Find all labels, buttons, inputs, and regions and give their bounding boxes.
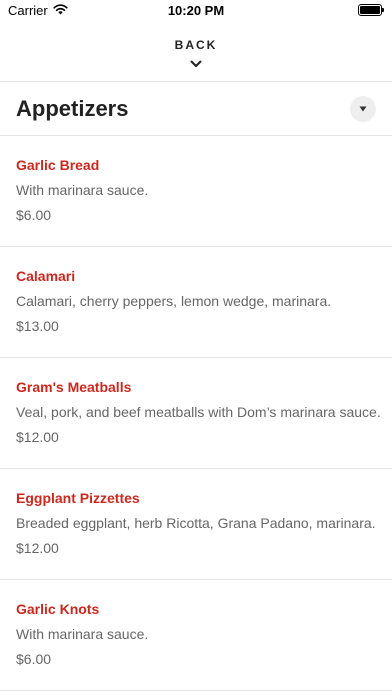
status-time: 10:20 PM bbox=[167, 3, 225, 18]
menu-item[interactable]: Garlic Bread With marinara sauce. $6.00 bbox=[0, 136, 392, 247]
back-button[interactable]: BACK bbox=[0, 22, 392, 82]
menu-list: Garlic Bread With marinara sauce. $6.00 … bbox=[0, 136, 392, 691]
item-name: Garlic Bread bbox=[16, 157, 100, 173]
item-description: Calamari, cherry peppers, lemon wedge, m… bbox=[16, 293, 332, 309]
caret-down-icon bbox=[359, 106, 367, 111]
menu-item[interactable]: Gram's Meatballs Veal, pork, and beef me… bbox=[0, 358, 392, 469]
section-title: Appetizers bbox=[16, 95, 129, 121]
back-label: BACK bbox=[174, 38, 218, 52]
item-name: Gram's Meatballs bbox=[16, 379, 132, 395]
item-name: Eggplant Pizzettes bbox=[16, 490, 140, 506]
item-description: With marinara sauce. bbox=[16, 626, 149, 642]
menu-item[interactable]: Calamari Calamari, cherry peppers, lemon… bbox=[0, 247, 392, 358]
section-toggle-button[interactable] bbox=[350, 95, 376, 122]
item-price: $6.00 bbox=[16, 651, 52, 667]
item-description: With marinara sauce. bbox=[16, 182, 149, 198]
chevron-down-icon bbox=[190, 55, 202, 73]
item-description: Breaded eggplant, herb Ricotta, Grana Pa… bbox=[16, 515, 376, 531]
item-price: $6.00 bbox=[16, 207, 52, 223]
menu-item[interactable]: Garlic Knots With marinara sauce. $6.00 bbox=[0, 580, 392, 691]
battery-icon bbox=[358, 4, 384, 16]
item-name: Garlic Knots bbox=[16, 601, 100, 617]
menu-item[interactable]: Eggplant Pizzettes Breaded eggplant, her… bbox=[0, 469, 392, 580]
item-name: Calamari bbox=[16, 268, 76, 284]
item-price: $13.00 bbox=[16, 318, 59, 334]
status-bar: Carrier 10:20 PM bbox=[0, 0, 392, 22]
item-description: Veal, pork, and beef meatballs with Dom’… bbox=[16, 404, 381, 420]
item-price: $12.00 bbox=[16, 429, 59, 445]
item-price: $12.00 bbox=[16, 540, 59, 556]
section-header: Appetizers bbox=[0, 82, 392, 136]
